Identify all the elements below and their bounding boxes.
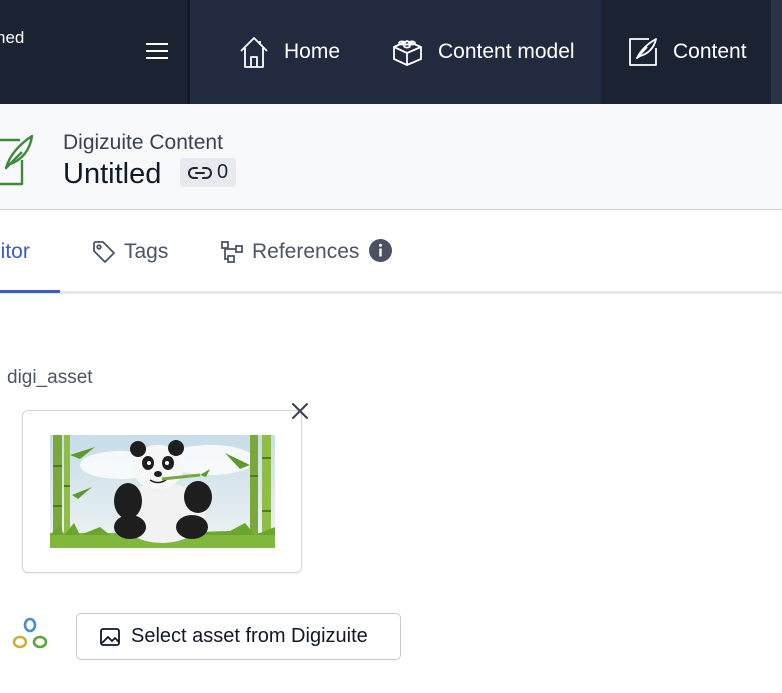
- tab-references-label: References: [252, 240, 360, 263]
- asset-card[interactable]: [22, 410, 302, 573]
- tab-bar: litor Tags References: [0, 210, 782, 294]
- references-count: 0: [217, 161, 229, 183]
- field-label: digi_asset: [7, 367, 93, 388]
- content-type-name: Digizuite Content: [63, 131, 223, 154]
- content-type-leaf-icon: [0, 134, 34, 186]
- references-count-badge[interactable]: 0: [180, 158, 237, 187]
- brand-area: ned: [0, 0, 187, 104]
- nav-content-model[interactable]: Content model: [391, 0, 575, 104]
- panda-image: [50, 435, 275, 548]
- select-asset-label: Select asset from Digizuite: [131, 625, 368, 647]
- nav-divider: [187, 0, 190, 104]
- select-asset-button[interactable]: Select asset from Digizuite: [76, 613, 401, 660]
- nav-home[interactable]: Home: [238, 0, 340, 104]
- tab-references[interactable]: References: [220, 210, 359, 294]
- active-tab-indicator: [0, 290, 60, 293]
- tab-editor-label: litor: [0, 240, 30, 263]
- brand-text: ned: [0, 28, 25, 47]
- content-icon: [629, 38, 657, 66]
- home-icon: [240, 37, 268, 68]
- close-icon[interactable]: [289, 400, 311, 422]
- menu-icon[interactable]: [146, 43, 168, 61]
- link-icon: [188, 166, 212, 179]
- nav-home-label: Home: [284, 40, 341, 63]
- image-icon: [100, 627, 120, 646]
- asset-thumbnail[interactable]: [50, 435, 275, 548]
- content-model-icon: [393, 40, 422, 66]
- nav-content-model-label: Content model: [438, 40, 575, 63]
- page-title: Untitled: [63, 158, 162, 190]
- nav-scroll-edge: [771, 0, 782, 104]
- top-navigation-bar: ned Home Content model Content: [0, 0, 782, 104]
- tab-tags-label: Tags: [124, 240, 169, 263]
- tab-editor[interactable]: litor: [0, 210, 30, 294]
- nav-content-label: Content: [673, 40, 747, 63]
- references-icon: [221, 241, 243, 263]
- tag-icon: [93, 241, 115, 263]
- tab-tags[interactable]: Tags: [92, 210, 168, 294]
- digizuite-logo-icon: [12, 617, 48, 649]
- info-icon[interactable]: [369, 239, 392, 262]
- content-header: Digizuite Content Untitled 0: [0, 104, 782, 210]
- nav-content[interactable]: Content: [601, 0, 771, 104]
